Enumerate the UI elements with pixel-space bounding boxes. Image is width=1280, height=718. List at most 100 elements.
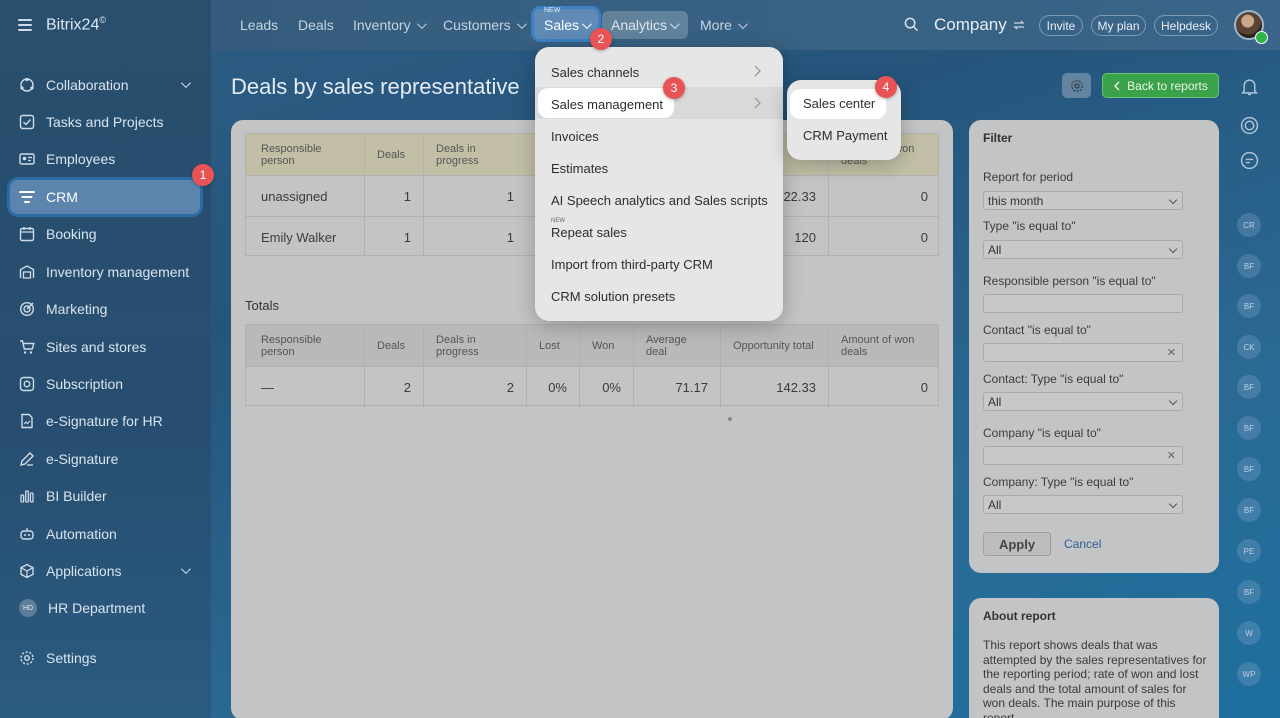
right-avatar[interactable]: BF — [1237, 416, 1261, 440]
contact-type-select[interactable]: All — [983, 392, 1183, 411]
clear-icon[interactable]: ✕ — [1167, 346, 1176, 359]
about-title: About report — [983, 609, 1056, 623]
cell-lost: 0% — [526, 367, 579, 407]
sidebar-item-esignature-hr[interactable]: e-Signature for HR — [10, 404, 200, 438]
column-header[interactable]: Deals — [364, 134, 423, 175]
topnav-sales[interactable]: NEW Sales — [534, 7, 598, 39]
bar-chart-icon — [20, 490, 34, 503]
sidebar-item-collaboration[interactable]: Collaboration — [10, 68, 200, 102]
column-header[interactable]: Deals in progress — [423, 325, 526, 366]
menu-item-import-crm[interactable]: Import from third-party CRM — [551, 257, 713, 272]
logo[interactable]: Bitrix24© — [46, 15, 106, 34]
menu-item-crm-presets[interactable]: CRM solution presets — [551, 289, 675, 304]
chat-icon[interactable] — [1240, 151, 1259, 170]
pen-icon — [20, 452, 34, 466]
topnav-leads[interactable]: Leads — [240, 17, 278, 33]
company-name[interactable]: Company — [934, 15, 1025, 35]
column-header[interactable]: Deals — [364, 325, 423, 366]
right-avatar[interactable]: CR — [1237, 213, 1261, 237]
period-select[interactable]: this month — [983, 191, 1183, 210]
invite-button[interactable]: Invite — [1039, 15, 1083, 36]
topnav-inventory[interactable]: Inventory — [353, 17, 427, 33]
column-header[interactable]: Deals in progress — [423, 134, 526, 175]
clear-icon[interactable]: ✕ — [1167, 449, 1176, 462]
cell-deals: 2 — [364, 367, 423, 407]
right-avatar[interactable]: BF — [1237, 580, 1261, 604]
column-header[interactable]: Average deal — [633, 325, 720, 366]
company-input[interactable]: ✕ — [983, 446, 1183, 465]
topnav-customers[interactable]: Customers — [443, 17, 527, 33]
menu-item-sales-management[interactable]: Sales management — [551, 97, 663, 112]
column-header[interactable]: Responsible person — [246, 134, 364, 175]
cell-in-progress: 2 — [423, 367, 526, 407]
menu-item-ai-speech[interactable]: AI Speech analytics and Sales scripts — [551, 193, 768, 208]
sidebar-item-employees[interactable]: Employees — [10, 142, 200, 176]
settings-button[interactable] — [1062, 73, 1091, 98]
sidebar-item-label: e-Signature for HR — [46, 413, 163, 429]
sidebar-item-subscription[interactable]: Subscription — [10, 367, 200, 401]
back-to-reports-button[interactable]: Back to reports — [1102, 73, 1219, 98]
filter-title: Filter — [983, 131, 1013, 145]
right-avatar[interactable]: BF — [1237, 254, 1261, 278]
sidebar-item-tasks[interactable]: Tasks and Projects — [10, 105, 200, 139]
right-avatar[interactable]: BF — [1237, 498, 1261, 522]
gear-icon — [20, 651, 34, 665]
sidebar-item-settings[interactable]: Settings — [10, 641, 200, 675]
sidebar-item-booking[interactable]: Booking — [10, 217, 200, 251]
cell-won-amount: 0 — [828, 217, 940, 257]
sidebar-item-applications[interactable]: Applications — [10, 554, 200, 588]
column-header[interactable]: Won — [579, 325, 633, 366]
menu-icon[interactable] — [18, 19, 32, 31]
cancel-link[interactable]: Cancel — [1064, 537, 1101, 551]
right-avatar[interactable]: CK — [1237, 335, 1261, 359]
right-avatar[interactable]: W — [1237, 621, 1261, 645]
helpdesk-button[interactable]: Helpdesk — [1154, 15, 1218, 36]
type-select[interactable]: All — [983, 240, 1183, 259]
company-type-select[interactable]: All — [983, 495, 1183, 514]
column-header[interactable]: Amount of won deals — [828, 325, 940, 366]
step-callout: 2 — [590, 28, 612, 50]
column-header[interactable]: Opportunity total — [720, 325, 828, 366]
cube-icon — [20, 563, 34, 579]
sidebar-item-automation[interactable]: Automation — [10, 517, 200, 551]
sidebar-item-inventory[interactable]: Inventory management — [10, 255, 200, 289]
topnav-deals[interactable]: Deals — [298, 17, 334, 33]
menu-item-invoices[interactable]: Invoices — [551, 129, 599, 144]
menu-item-estimates[interactable]: Estimates — [551, 161, 608, 176]
sidebar-item-sites[interactable]: Sites and stores — [10, 330, 200, 364]
right-avatar[interactable]: WP — [1237, 662, 1261, 686]
menu-item-repeat-sales[interactable]: Repeat sales — [551, 225, 627, 240]
column-header[interactable]: Lost — [526, 325, 579, 366]
sidebar-item-esignature[interactable]: e-Signature — [10, 442, 200, 476]
sidebar-item-label: Inventory management — [46, 264, 190, 280]
menu-item-sales-center[interactable]: Sales center — [803, 96, 875, 111]
contact-input[interactable]: ✕ — [983, 343, 1183, 362]
select-value: All — [988, 394, 1002, 409]
copilot-icon[interactable] — [1240, 116, 1259, 135]
my-plan-button[interactable]: My plan — [1091, 15, 1146, 36]
filter-label: Company "is equal to" — [983, 426, 1101, 440]
bell-icon[interactable] — [1241, 78, 1258, 96]
sidebar-item-hr-department[interactable]: HD HR Department — [10, 591, 200, 625]
menu-item-sales-channels[interactable]: Sales channels — [551, 65, 639, 80]
column-header[interactable]: Responsible person — [246, 325, 364, 366]
topnav-more[interactable]: More — [700, 17, 748, 33]
right-avatar[interactable]: BF — [1237, 457, 1261, 481]
cell-won-amount: 0 — [828, 367, 940, 407]
right-avatar[interactable]: BF — [1237, 375, 1261, 399]
chevron-down-icon — [1168, 244, 1178, 254]
responsible-person-input[interactable] — [983, 294, 1183, 313]
sidebar-item-label: Marketing — [46, 301, 108, 317]
select-value: All — [988, 497, 1002, 512]
right-avatar[interactable]: BF — [1237, 294, 1261, 318]
sidebar-item-crm[interactable]: CRM — [10, 180, 200, 214]
sidebar-item-marketing[interactable]: Marketing — [10, 292, 200, 326]
logo-row: Bitrix24© — [18, 14, 106, 36]
cell-won-amount: 0 — [828, 176, 940, 216]
topnav-analytics[interactable]: Analytics — [602, 11, 688, 39]
search-icon[interactable] — [904, 17, 919, 32]
menu-item-crm-payment[interactable]: CRM Payment — [803, 128, 888, 143]
right-avatar[interactable]: PE — [1237, 539, 1261, 563]
apply-button[interactable]: Apply — [983, 532, 1051, 556]
sidebar-item-bi-builder[interactable]: BI Builder — [10, 479, 200, 513]
